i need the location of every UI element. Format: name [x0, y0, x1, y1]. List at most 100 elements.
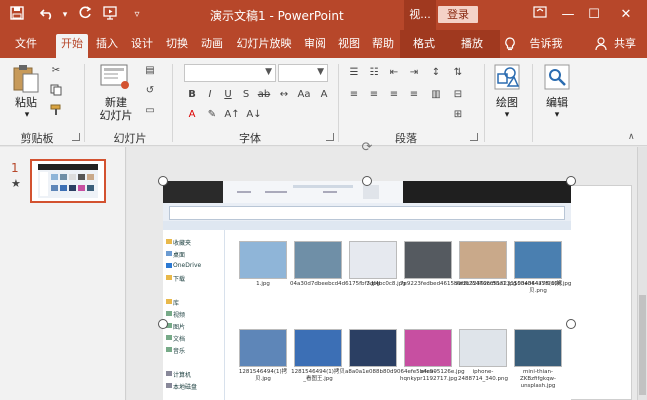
resize-handle-top-left[interactable] — [158, 176, 168, 186]
paste-icon[interactable] — [12, 64, 40, 97]
paragraph-launcher-icon[interactable] — [470, 133, 478, 141]
tab-animations[interactable]: 动画 — [196, 34, 228, 58]
tab-format[interactable]: 格式 — [406, 34, 442, 58]
change-case-icon[interactable]: Aa — [296, 88, 312, 102]
tab-home[interactable]: 开始 — [56, 34, 88, 58]
group-separator — [172, 64, 173, 142]
vertical-scrollbar[interactable] — [637, 147, 647, 400]
new-slide-label-2[interactable]: 幻灯片 — [90, 109, 142, 122]
file-name: mini-thian-ZKBzfifgkqw-unsplash.jpg — [519, 369, 557, 389]
reset-icon[interactable]: ↺ — [142, 84, 158, 98]
undo-icon[interactable] — [38, 6, 56, 24]
text-direction-icon[interactable]: ⇅ — [450, 66, 466, 80]
context-tab-video-tools[interactable]: 视... — [404, 0, 436, 30]
drawing-button[interactable]: 绘图 — [490, 96, 524, 109]
save-icon[interactable] — [8, 6, 26, 24]
resize-handle-top-right[interactable] — [566, 176, 576, 186]
login-button[interactable]: 登录 — [438, 6, 478, 23]
tell-me-search[interactable]: 告诉我 — [524, 34, 568, 58]
share-button[interactable]: 共享 — [610, 34, 640, 58]
ribbon-display-options-icon[interactable] — [528, 4, 552, 26]
align-text-icon[interactable]: ⊟ — [450, 88, 466, 102]
scrollbar-thumb[interactable] — [639, 295, 646, 395]
resize-handle-top[interactable] — [362, 176, 372, 186]
resize-handle-left[interactable] — [158, 319, 168, 329]
animation-star-icon: ★ — [11, 177, 21, 190]
format-painter-icon[interactable] — [48, 104, 64, 118]
lightbulb-icon[interactable] — [502, 34, 518, 58]
clear-format-icon[interactable]: A — [316, 88, 332, 102]
maximize-icon[interactable]: ☐ — [582, 4, 606, 26]
find-icon[interactable] — [544, 64, 570, 93]
tab-view[interactable]: 视图 — [333, 34, 365, 58]
picture-dark-region — [403, 181, 571, 203]
align-left-icon[interactable]: ≡ — [346, 88, 362, 102]
paste-dropdown-icon[interactable]: ▾ — [20, 109, 34, 122]
justify-icon[interactable]: ≡ — [406, 88, 422, 102]
font-color-icon[interactable]: A — [184, 108, 200, 122]
tab-design[interactable]: 设计 — [126, 34, 158, 58]
new-slide-icon[interactable] — [100, 64, 130, 93]
close-icon[interactable]: ✕ — [614, 4, 638, 26]
group-separator — [338, 64, 339, 142]
highlight-icon[interactable]: ✎ — [204, 108, 220, 122]
line-spacing-icon[interactable]: ↕ — [428, 66, 444, 80]
cut-icon[interactable]: ✂ — [48, 64, 64, 78]
rotate-handle-icon[interactable]: ⟳ — [359, 141, 375, 155]
smartart-icon[interactable]: ⊞ — [450, 108, 466, 122]
nav-item: 库 — [173, 300, 180, 307]
collapse-ribbon-icon[interactable]: ∧ — [628, 132, 635, 142]
italic-icon[interactable]: I — [202, 88, 218, 102]
align-center-icon[interactable]: ≡ — [366, 88, 382, 102]
editing-button[interactable]: 编辑 — [540, 96, 574, 109]
slide-thumbnail[interactable] — [30, 159, 106, 203]
bold-icon[interactable]: B — [184, 88, 200, 102]
picture-address-bar — [169, 206, 565, 220]
customize-toolbar-icon[interactable]: ▿ — [128, 6, 146, 24]
font-size-dropdown[interactable]: ▼ — [278, 64, 328, 82]
tab-help[interactable]: 帮助 — [367, 34, 399, 58]
increase-indent-icon[interactable]: ⇥ — [406, 66, 422, 80]
font-launcher-icon[interactable] — [326, 133, 334, 141]
undo-dropdown-icon[interactable]: ▾ — [56, 6, 74, 24]
decrease-indent-icon[interactable]: ⇤ — [386, 66, 402, 80]
font-name-dropdown[interactable]: ▼ — [184, 64, 276, 82]
shadow-icon[interactable]: S — [238, 88, 254, 102]
slide-thumbnail-pane: 1 ★ — [0, 147, 126, 400]
drawing-icon[interactable] — [494, 64, 520, 93]
tab-playback[interactable]: 播放 — [454, 34, 490, 58]
new-slide-label-1[interactable]: 新建 — [94, 96, 138, 109]
paste-button[interactable]: 粘贴 — [10, 96, 42, 109]
tab-review[interactable]: 审阅 — [299, 34, 331, 58]
grow-font-icon[interactable]: A↑ — [224, 108, 240, 122]
character-spacing-icon[interactable]: ↔ — [276, 88, 292, 102]
shrink-font-icon[interactable]: A↓ — [246, 108, 262, 122]
numbering-icon[interactable]: ☷ — [366, 66, 382, 80]
bullets-icon[interactable]: ☰ — [346, 66, 362, 80]
drawing-dropdown-icon[interactable]: ▾ — [500, 109, 514, 122]
inserted-picture[interactable]: 收藏夹 桌面 OneDrive 下载 库 视频 图片 文档 音乐 计算机 本地磁… — [163, 181, 571, 400]
ribbon-tabs: 文件 开始 插入 设计 切换 动画 幻灯片放映 审阅 视图 帮助 格式 播放 告… — [0, 30, 647, 58]
columns-icon[interactable]: ▥ — [428, 88, 444, 102]
editing-dropdown-icon[interactable]: ▾ — [550, 109, 564, 122]
section-icon[interactable]: ▭ — [142, 104, 158, 118]
nav-item: 本地磁盘 — [173, 384, 198, 391]
slideshow-from-start-icon[interactable] — [102, 6, 120, 24]
nav-folder-icon — [166, 275, 172, 280]
user-icon[interactable] — [594, 34, 608, 58]
strikethrough-icon[interactable]: ab — [256, 88, 272, 102]
tab-insert[interactable]: 插入 — [91, 34, 123, 58]
layout-icon[interactable]: ▤ — [142, 64, 158, 78]
tab-file[interactable]: 文件 — [8, 34, 44, 58]
nav-computer-icon — [166, 371, 172, 376]
tab-transitions[interactable]: 切换 — [161, 34, 193, 58]
redo-icon[interactable] — [76, 6, 94, 24]
minimize-icon[interactable]: — — [556, 4, 580, 26]
align-right-icon[interactable]: ≡ — [386, 88, 402, 102]
tab-slideshow[interactable]: 幻灯片放映 — [232, 34, 296, 58]
underline-icon[interactable]: U — [220, 88, 236, 102]
nav-folder-icon — [166, 347, 172, 352]
copy-icon[interactable] — [48, 84, 64, 98]
resize-handle-right[interactable] — [566, 319, 576, 329]
clipboard-launcher-icon[interactable] — [72, 133, 80, 141]
